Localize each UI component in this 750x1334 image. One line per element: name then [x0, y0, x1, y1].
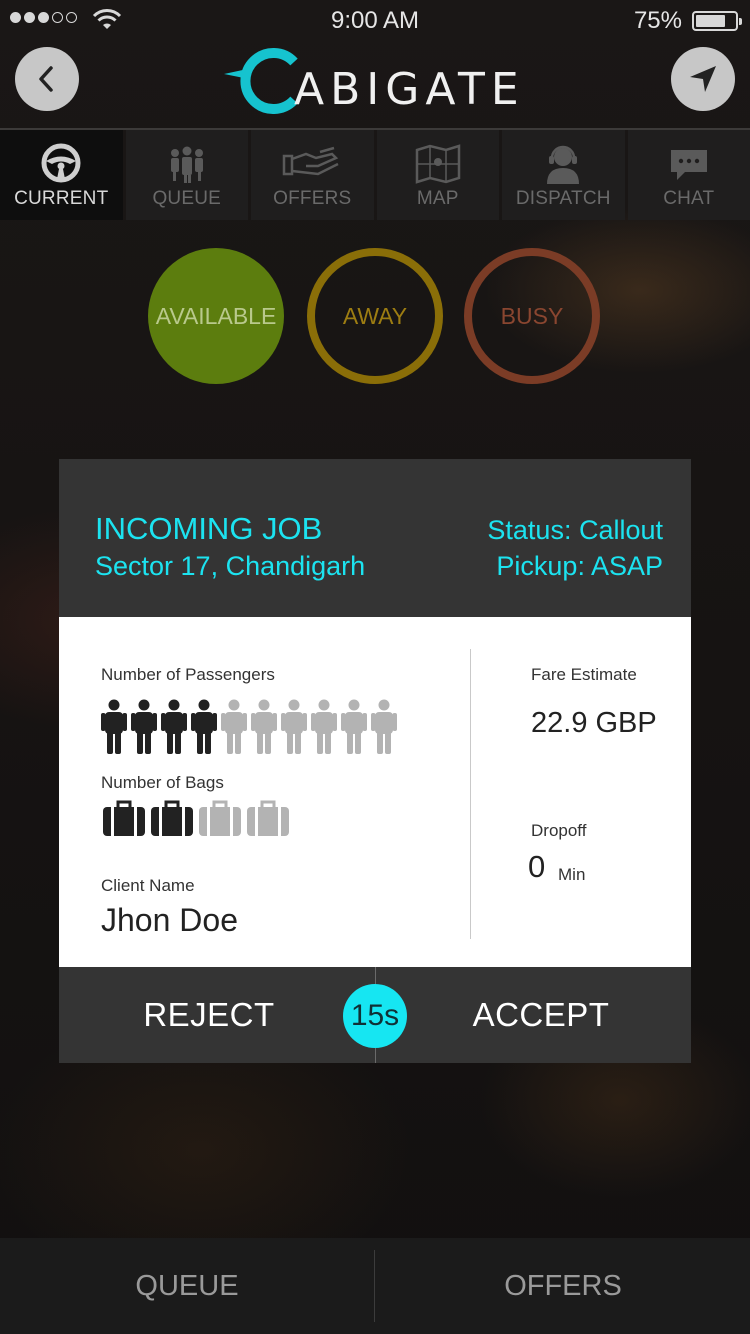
passenger-count-indicator: [101, 699, 397, 755]
map-icon: [415, 144, 460, 184]
tab-map[interactable]: MAP: [376, 130, 499, 220]
dropoff-value: 0: [528, 849, 546, 884]
fare-estimate-label: Fare Estimate: [531, 665, 637, 684]
hand-offer-icon: [283, 146, 339, 176]
body-divider: [470, 649, 471, 939]
tab-label: QUEUE: [152, 188, 222, 209]
chat-bubble-icon: [670, 150, 707, 180]
job-location: Sector 17, Chandigarh: [95, 551, 366, 581]
bottom-divider: [374, 1250, 375, 1322]
people-group-icon: [170, 146, 203, 183]
tab-label: DISPATCH: [515, 188, 611, 209]
bag-filled-icon: [103, 800, 145, 836]
passenger-empty-icon: [281, 699, 307, 754]
tab-current[interactable]: CURRENT: [0, 130, 123, 220]
job-pickup: Pickup: ASAP: [496, 551, 663, 581]
passenger-empty-icon: [221, 699, 247, 754]
passenger-filled-icon: [101, 699, 127, 754]
passenger-filled-icon: [131, 699, 157, 754]
passenger-filled-icon: [191, 699, 217, 754]
battery-icon: [692, 11, 742, 31]
tab-label: MAP: [416, 188, 459, 209]
app-header: ABIGATE: [0, 40, 750, 130]
dropoff-label: Dropoff: [531, 821, 587, 840]
cabigate-logo: ABIGATE: [222, 44, 525, 115]
tab-dispatch[interactable]: DISPATCH: [502, 130, 625, 220]
tab-label: CHAT: [663, 188, 715, 209]
passenger-filled-icon: [161, 699, 187, 754]
tab-queue[interactable]: QUEUE: [125, 130, 248, 220]
chevron-left-icon: [39, 66, 53, 92]
bag-empty-icon: [199, 800, 241, 836]
passenger-empty-icon: [341, 699, 367, 754]
passenger-empty-icon: [251, 699, 277, 754]
tab-label: OFFERS: [273, 188, 352, 209]
reject-button[interactable]: REJECT: [59, 967, 359, 1063]
dropoff-unit: Min: [558, 865, 586, 884]
bag-empty-icon: [247, 800, 289, 836]
tab-offers[interactable]: OFFERS: [251, 130, 374, 220]
main-tabs: CURRENT QUEUE OFFERS MAP DISPATCH CHAT: [0, 130, 750, 220]
job-actions: REJECT ACCEPT 15s: [59, 967, 691, 1063]
job-card-header: INCOMING JOB Sector 17, Chandigarh Statu…: [59, 459, 691, 617]
job-card-body: Number of Passengers Number of Bags Clie…: [59, 617, 691, 967]
client-name: Jhon Doe: [101, 902, 238, 938]
bottom-bar: QUEUE OFFERS: [0, 1238, 750, 1334]
logo-text: ABIGATE: [294, 64, 525, 115]
incoming-job-card: INCOMING JOB Sector 17, Chandigarh Statu…: [59, 459, 691, 1063]
job-title: INCOMING JOB: [95, 511, 323, 546]
locate-button[interactable]: [671, 47, 735, 111]
steering-wheel-icon: [41, 143, 81, 183]
tab-label: CURRENT: [14, 188, 109, 209]
bag-filled-icon: [151, 800, 193, 836]
status-busy-button[interactable]: BUSY: [464, 248, 600, 384]
fare-estimate-value: 22.9 GBP: [531, 707, 657, 739]
logo-mark-icon: [224, 48, 298, 114]
battery-percent: 75%: [633, 7, 682, 34]
passengers-label: Number of Passengers: [101, 665, 275, 684]
bottom-offers-button[interactable]: OFFERS: [376, 1238, 750, 1334]
accept-button[interactable]: ACCEPT: [391, 967, 691, 1063]
status-away-button[interactable]: AWAY: [307, 248, 443, 384]
countdown-timer: 15s: [343, 984, 407, 1048]
back-button[interactable]: [15, 47, 79, 111]
passenger-empty-icon: [371, 699, 397, 754]
status-available-button[interactable]: AVAILABLE: [148, 248, 284, 384]
tab-chat[interactable]: CHAT: [627, 130, 750, 220]
operator-headset-icon: [547, 145, 580, 184]
bags-label: Number of Bags: [101, 773, 224, 792]
bag-count-indicator: [103, 799, 289, 837]
status-bar: 9:00 AM 75%: [0, 0, 750, 40]
bottom-queue-button[interactable]: QUEUE: [0, 1238, 374, 1334]
passenger-empty-icon: [311, 699, 337, 754]
navigation-arrow-icon: [690, 66, 716, 92]
job-status: Status: Callout: [487, 515, 663, 545]
client-name-label: Client Name: [101, 876, 195, 895]
